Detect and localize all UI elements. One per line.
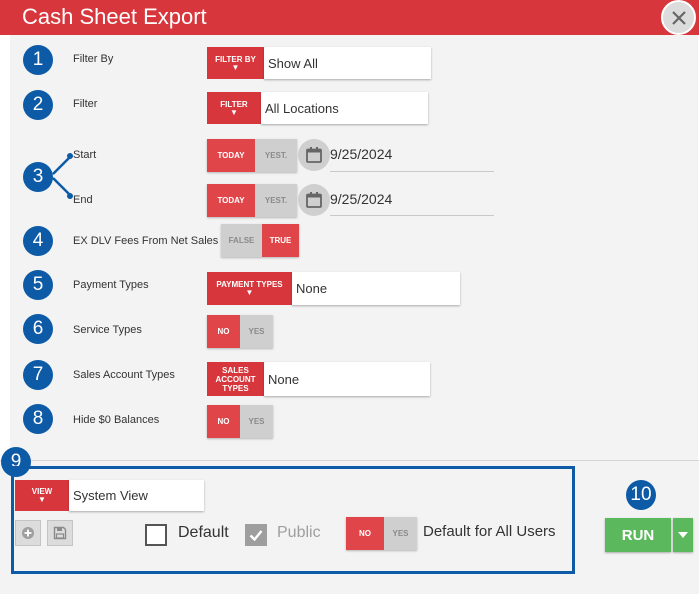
caret-down-icon — [678, 532, 688, 538]
step-badge: 3 — [23, 162, 53, 192]
save-view-button[interactable] — [47, 520, 73, 546]
start-date-underline — [330, 171, 494, 172]
view-select[interactable]: System View — [69, 480, 204, 511]
start-yesterday-button[interactable]: YEST. — [255, 139, 297, 172]
calendar-icon — [306, 147, 322, 163]
step-badge: 5 — [23, 270, 53, 300]
filter-by-dropdown-button[interactable]: FILTER BY ▼ — [207, 47, 264, 79]
end-today-button[interactable]: TODAY — [207, 184, 255, 217]
calendar-icon — [306, 192, 322, 208]
start-label: Start — [73, 149, 97, 161]
public-checkbox[interactable] — [245, 524, 267, 546]
start-date-input[interactable]: 9/25/2024 — [330, 146, 392, 162]
run-button[interactable]: RUN — [605, 518, 671, 552]
filter-by-select[interactable]: Show All — [264, 47, 431, 79]
service-types-label: Service Types — [73, 324, 142, 336]
step-badge: 2 — [23, 90, 53, 120]
public-checkbox-label: Public — [277, 524, 321, 541]
end-date-input[interactable]: 9/25/2024 — [330, 191, 392, 207]
default-checkbox[interactable] — [145, 524, 167, 546]
caret-down-icon: ▼ — [38, 495, 46, 504]
step-badge: 4 — [23, 226, 53, 256]
payment-types-dropdown-button[interactable]: PAYMENT TYPES ▼ — [207, 272, 292, 305]
default-all-users-label: Default for All Users — [423, 523, 556, 540]
sales-account-types-tag-line: TYPES — [222, 383, 249, 393]
hide-zero-no-button[interactable]: NO — [207, 405, 240, 438]
filter-select[interactable]: All Locations — [261, 92, 428, 124]
dialog-title: Cash Sheet Export — [22, 4, 207, 29]
sales-account-types-tag-line: SALES — [222, 365, 249, 375]
step-badge: 1 — [23, 45, 53, 75]
payment-types-select[interactable]: None — [292, 272, 460, 305]
ex-dlv-fees-label: EX DLV Fees From Net Sales — [73, 235, 219, 247]
hide-zero-balances-toggle: NO YES — [207, 405, 273, 438]
ex-dlv-true-button[interactable]: TRUE — [262, 224, 299, 257]
default-checkbox-label: Default — [178, 524, 229, 541]
plus-circle-icon — [22, 527, 34, 539]
caret-down-icon: ▼ — [245, 288, 254, 297]
end-label: End — [73, 194, 93, 206]
view-dropdown-button[interactable]: VIEW ▼ — [15, 480, 69, 511]
close-button[interactable] — [661, 0, 696, 35]
run-options-button[interactable] — [673, 518, 693, 552]
end-date-picker-button[interactable] — [298, 184, 330, 216]
hide-zero-yes-button[interactable]: YES — [240, 405, 273, 438]
ex-dlv-false-button[interactable]: FALSE — [221, 224, 262, 257]
step-badge: 8 — [23, 404, 53, 434]
default-all-users-toggle: NO YES — [346, 517, 417, 550]
sales-account-types-dropdown-button[interactable]: SALES ACCOUNT TYPES — [207, 362, 264, 396]
caret-down-icon: ▼ — [231, 62, 240, 72]
check-icon — [249, 530, 263, 542]
service-types-no-button[interactable]: NO — [207, 315, 240, 348]
sales-account-types-tag-line: ACCOUNT — [215, 374, 256, 384]
end-date-underline — [330, 215, 494, 216]
service-types-yes-button[interactable]: YES — [240, 315, 273, 348]
step-badge: 10 — [626, 480, 656, 510]
start-date-picker-button[interactable] — [298, 139, 330, 171]
save-icon — [53, 526, 67, 540]
step-badge: 7 — [23, 360, 53, 390]
hide-zero-balances-label: Hide $0 Balances — [73, 414, 160, 426]
default-all-users-yes-button[interactable]: YES — [384, 517, 417, 550]
filter-dropdown-button[interactable]: FILTER ▼ — [207, 92, 261, 124]
filter-by-label: Filter By — [73, 53, 114, 65]
start-today-button[interactable]: TODAY — [207, 139, 255, 172]
filter-label: Filter — [73, 98, 98, 110]
caret-down-icon: ▼ — [230, 107, 238, 117]
start-quick-date-toggle: TODAY YEST. — [207, 139, 297, 172]
default-all-users-no-button[interactable]: NO — [346, 517, 384, 550]
payment-types-label: Payment Types — [73, 279, 149, 291]
sales-account-types-label: Sales Account Types — [73, 369, 175, 381]
close-icon — [671, 10, 686, 25]
sales-account-types-select[interactable]: None — [264, 362, 430, 396]
add-view-button[interactable] — [15, 520, 41, 546]
step-badge: 6 — [23, 314, 53, 344]
service-types-toggle: NO YES — [207, 315, 273, 348]
end-quick-date-toggle: TODAY YEST. — [207, 184, 297, 217]
end-yesterday-button[interactable]: YEST. — [255, 184, 297, 217]
ex-dlv-fees-toggle: FALSE TRUE — [221, 224, 299, 257]
